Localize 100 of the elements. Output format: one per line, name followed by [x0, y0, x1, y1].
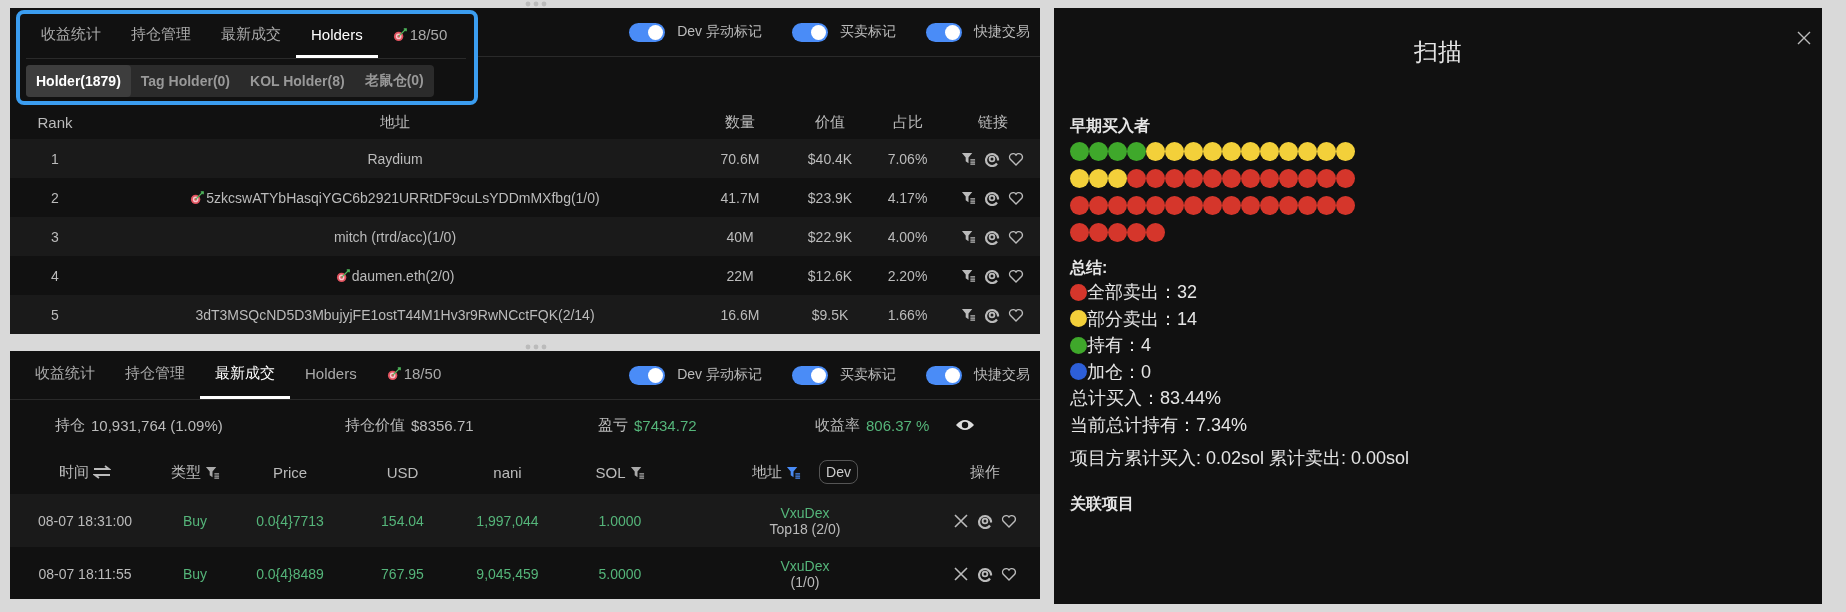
- filter-icon[interactable]: [786, 464, 802, 480]
- sol-cell-text: 1.0000: [597, 512, 643, 529]
- time-cell-text: 08-07 18:31:00: [36, 512, 134, 529]
- column-header: 链接: [976, 112, 1009, 132]
- address-link[interactable]: daumen.eth(2/0): [351, 267, 455, 284]
- address-note: (1/0): [790, 573, 820, 590]
- column-header: 操作: [970, 462, 1000, 482]
- time-cell-text: 08-07 18:11:55: [37, 565, 133, 582]
- stat-value: 806.37 %: [866, 416, 930, 434]
- heart-icon[interactable]: [1008, 228, 1024, 245]
- share-cell-text: 7.06%: [886, 150, 929, 167]
- tab[interactable]: 最新成交: [206, 14, 296, 58]
- column-header: 类型: [170, 462, 201, 482]
- toggle-label: Dev 异动标记: [677, 366, 762, 384]
- address-link[interactable]: mitch (rtrd/acc)(1/0): [333, 228, 457, 245]
- section-title: 总结:: [1070, 258, 1109, 278]
- column-header: Rank: [36, 113, 74, 131]
- target-icon: [335, 268, 351, 283]
- heart-icon[interactable]: [1008, 306, 1024, 323]
- amount-cell-text: 41.7M: [719, 189, 761, 206]
- summary-line: 加仓：0: [1087, 360, 1151, 384]
- at-icon[interactable]: [984, 228, 1000, 245]
- filter-icon[interactable]: [961, 190, 976, 205]
- drag-handle-icon[interactable]: [525, 344, 547, 350]
- stat-value: $8356.71: [411, 416, 474, 434]
- stat-value: $7434.72: [634, 416, 697, 434]
- price-cell-text: 0.0{4}8489: [255, 565, 325, 582]
- toggle-switch[interactable]: [792, 365, 828, 385]
- amount-cell-text: 9,045,459: [475, 565, 540, 582]
- address-link[interactable]: VxuDex: [780, 504, 830, 521]
- value-cell-text: $9.5K: [810, 306, 850, 323]
- column-header: 占比: [891, 112, 924, 132]
- filter-icon[interactable]: [629, 464, 645, 480]
- at-icon[interactable]: [977, 512, 993, 529]
- tab[interactable]: Holders: [296, 14, 378, 58]
- toggle-label: Dev 异动标记: [677, 23, 762, 41]
- tab[interactable]: 最新成交: [200, 351, 290, 399]
- column-header: 地址: [379, 112, 411, 132]
- dev-filter-button[interactable]: Dev: [819, 460, 858, 484]
- subtab[interactable]: Holder(1879): [26, 65, 131, 97]
- project-line: 项目方累计买入: 0.02sol 累计卖出: 0.00sol: [1070, 447, 1411, 470]
- heart-icon[interactable]: [1008, 267, 1024, 284]
- filter-icon[interactable]: [204, 464, 220, 480]
- subtab[interactable]: 老鼠仓(0): [354, 65, 434, 97]
- heart-icon[interactable]: [1008, 150, 1024, 167]
- drag-handle-icon[interactable]: [525, 1, 547, 7]
- stat-label: 收益率: [815, 415, 860, 435]
- column-header: nani: [493, 463, 522, 481]
- tab[interactable]: 18/50: [371, 351, 457, 399]
- section-title: 早期买入者: [1070, 116, 1151, 136]
- subtab[interactable]: Tag Holder(0): [130, 65, 240, 97]
- column-header: 地址: [752, 462, 783, 482]
- value-cell-text: $12.6K: [806, 267, 854, 284]
- amount-cell-text: 22M: [725, 267, 755, 284]
- filter-icon[interactable]: [961, 268, 976, 283]
- filter-icon[interactable]: [961, 307, 976, 322]
- at-icon[interactable]: [984, 189, 1000, 206]
- toggle-switch[interactable]: [926, 365, 962, 385]
- eye-icon[interactable]: [955, 418, 976, 432]
- share-cell-text: 1.66%: [886, 306, 929, 323]
- subtab[interactable]: KOL Holder(8): [240, 65, 355, 97]
- tab[interactable]: 持仓管理: [116, 14, 206, 58]
- close-icon[interactable]: [1796, 30, 1812, 46]
- address-link[interactable]: VxuDex: [780, 557, 830, 574]
- stat-label: 持仓价值: [345, 415, 405, 435]
- at-icon[interactable]: [984, 267, 1000, 284]
- tab[interactable]: 18/50: [377, 14, 463, 58]
- value-cell-text: $23.9K: [806, 189, 854, 206]
- heart-icon[interactable]: [1001, 512, 1017, 529]
- toggle-switch[interactable]: [792, 22, 828, 42]
- tab[interactable]: Holders: [290, 351, 372, 399]
- tab[interactable]: 持仓管理: [110, 351, 200, 399]
- toggle-label: 买卖标记: [840, 366, 896, 384]
- filter-icon[interactable]: [961, 151, 976, 166]
- amount-cell-text: 70.6M: [719, 150, 761, 167]
- heart-icon[interactable]: [1001, 565, 1017, 582]
- close-icon[interactable]: [953, 565, 969, 582]
- tab[interactable]: 收益统计: [20, 351, 110, 399]
- swap-icon[interactable]: [93, 465, 111, 479]
- address-link[interactable]: 5zkcswATYbHasqiYGC6b2921URRtDF9cuLsYDDmMXfbg(1/0): [206, 189, 600, 206]
- filter-icon[interactable]: [961, 229, 976, 244]
- summary-line: 持有：4: [1087, 334, 1151, 358]
- heart-icon[interactable]: [1008, 189, 1024, 206]
- column-header: Price: [272, 463, 308, 481]
- address-link[interactable]: Raydium: [367, 150, 423, 167]
- rank-cell-text: 3: [50, 228, 60, 245]
- at-icon[interactable]: [984, 306, 1000, 323]
- at-icon[interactable]: [984, 150, 1000, 167]
- toggle-switch[interactable]: [629, 22, 666, 42]
- toggle-switch[interactable]: [629, 365, 666, 385]
- at-icon[interactable]: [977, 565, 993, 582]
- tab[interactable]: 收益统计: [26, 14, 116, 58]
- toggle-label: 买卖标记: [840, 23, 896, 41]
- amount-cell-text: 1,997,044: [475, 512, 540, 529]
- close-icon[interactable]: [953, 512, 969, 529]
- stat-label: 盈亏: [598, 415, 628, 435]
- toggle-switch[interactable]: [926, 22, 962, 42]
- value-cell-text: $22.9K: [806, 228, 854, 245]
- dialog-title: 扫描: [1414, 37, 1462, 67]
- address-link[interactable]: 3dT3MSQcND5D3MbujyjFE1ostT44M1Hv3r9RwNCctFQK(2/14): [195, 306, 595, 323]
